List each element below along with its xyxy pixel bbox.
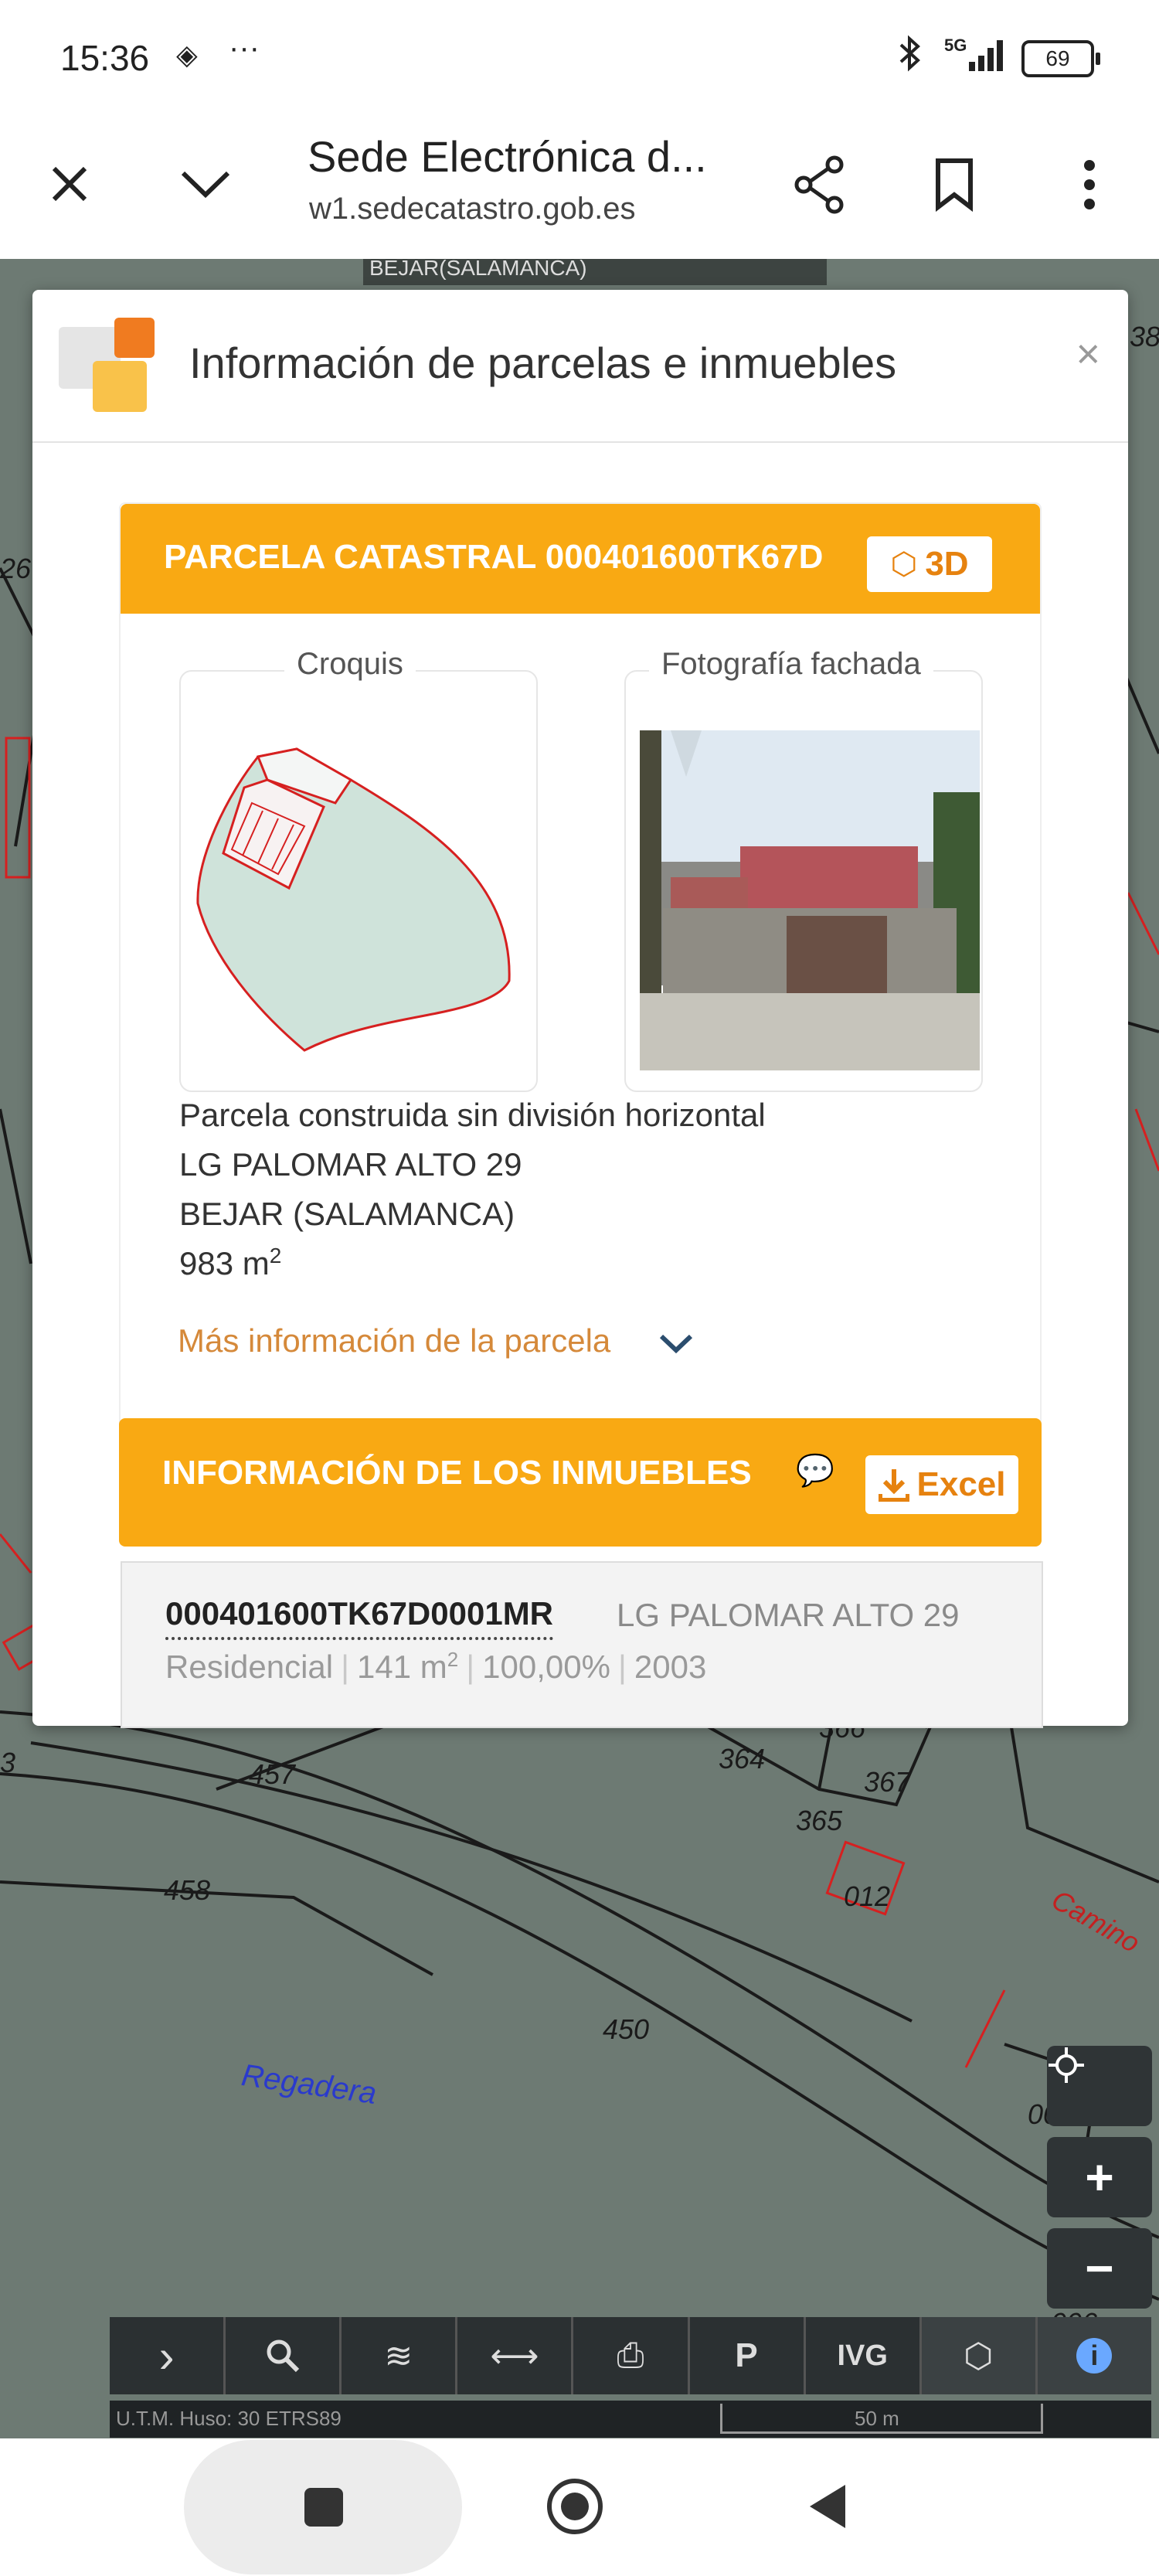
catastro-logo-icon bbox=[59, 318, 159, 418]
parcel-label: 012 bbox=[844, 1880, 891, 1912]
chevron-down-icon bbox=[659, 1334, 693, 1354]
close-icon[interactable] bbox=[39, 153, 100, 215]
cubes-icon: ⬡ bbox=[890, 547, 918, 581]
scale-label: 50 m bbox=[855, 2407, 899, 2430]
download-icon bbox=[878, 1469, 909, 1502]
bookmark-icon[interactable] bbox=[919, 150, 989, 219]
facade-photo-panel: Fotografía fachada bbox=[624, 647, 983, 1092]
parcel-label: 365 bbox=[796, 1805, 843, 1836]
property-meta: Residencial | 141 m2 | 100,00% | 2003 bbox=[165, 1648, 707, 1685]
projection-label: U.T.M. Huso: 30 ETRS89 bbox=[116, 2407, 342, 2430]
map-toolbar: › ≋ ⟷ ⎙ P IVG ⬡ i bbox=[110, 2317, 1151, 2394]
recents-button[interactable] bbox=[184, 2440, 462, 2574]
square-icon bbox=[304, 2488, 343, 2527]
dialog-title: Información de parcelas e inmuebles bbox=[189, 339, 897, 387]
properties-header: INFORMACIÓN DE LOS INMUEBLES 💬 Excel bbox=[119, 1418, 1042, 1547]
excel-export-button[interactable]: Excel bbox=[865, 1455, 1018, 1514]
close-icon[interactable]: × bbox=[1076, 330, 1100, 378]
status-bar: 15:36 ◈ ··· 5G 69 bbox=[0, 0, 1159, 116]
signal-icon bbox=[967, 37, 1009, 80]
circle-icon bbox=[561, 2493, 589, 2520]
chevron-right-icon[interactable]: › bbox=[110, 2317, 226, 2394]
property-address: LG PALOMAR ALTO 29 bbox=[617, 1597, 960, 1633]
chevron-down-icon[interactable] bbox=[175, 153, 236, 215]
view-3d-button[interactable]: ⬡ 3D bbox=[867, 536, 992, 592]
parcel-label: 26 bbox=[0, 553, 32, 584]
property-area: 141 m bbox=[357, 1649, 447, 1685]
map-top-label: BEJAR(SALAMANCA) bbox=[369, 259, 587, 280]
page-url[interactable]: w1.sedecatastro.gob.es bbox=[309, 192, 635, 226]
parcel-label: 458 bbox=[164, 1874, 211, 1906]
parcel-label: 367 bbox=[864, 1766, 911, 1798]
parcel-info-dialog: Información de parcelas e inmuebles × PA… bbox=[32, 290, 1128, 1728]
scale-bar: U.T.M. Huso: 30 ETRS89 50 m bbox=[110, 2401, 1151, 2438]
zoom-in-button[interactable]: + bbox=[1047, 2137, 1152, 2217]
dialog-header: Información de parcelas e inmuebles × bbox=[32, 290, 1128, 443]
back-triangle-icon bbox=[810, 2485, 845, 2528]
parcel-label: 38 bbox=[1130, 321, 1159, 352]
network-type: 5G bbox=[944, 36, 967, 55]
info-glyph: i bbox=[1076, 2338, 1113, 2374]
layers-icon[interactable]: ≋ bbox=[342, 2317, 458, 2394]
parcel-label: 450 bbox=[603, 2013, 650, 2045]
facade-photo-title: Fotografía fachada bbox=[649, 647, 933, 682]
property-year: 2003 bbox=[634, 1649, 707, 1685]
sketch-panel: Croquis bbox=[179, 647, 538, 1092]
property-use: Residencial bbox=[165, 1649, 334, 1685]
bluetooth-icon bbox=[896, 34, 924, 80]
page-title[interactable]: Sede Electrónica d... bbox=[308, 131, 707, 182]
view-3d-label: 3D bbox=[925, 545, 969, 583]
properties-section: INFORMACIÓN DE LOS INMUEBLES 💬 Excel bbox=[119, 1418, 1042, 1557]
browser-toolbar: Sede Electrónica d... w1.sedecatastro.go… bbox=[0, 116, 1159, 259]
excel-label: Excel bbox=[916, 1465, 1006, 1503]
parcel-sketch[interactable] bbox=[181, 672, 536, 1091]
print-icon[interactable]: ⎙ bbox=[573, 2317, 690, 2394]
sketch-title: Croquis bbox=[284, 647, 416, 682]
stack-icon: ◈ bbox=[176, 39, 198, 70]
zoom-out-button[interactable]: − bbox=[1047, 2228, 1152, 2309]
cubes-icon[interactable]: ⬡ bbox=[921, 2317, 1038, 2394]
coordinates-icon[interactable]: P bbox=[690, 2317, 806, 2394]
parcel-type: Parcela construida sin división horizont… bbox=[179, 1097, 766, 1133]
more-info-label: Más información de la parcela bbox=[178, 1322, 611, 1359]
facade-photo[interactable] bbox=[640, 730, 980, 1070]
property-list-item[interactable]: 000401600TK67D0001MR LG PALOMAR ALTO 29 … bbox=[121, 1561, 1043, 1728]
search-icon[interactable] bbox=[226, 2317, 342, 2394]
parcel-ref-title: PARCELA CATASTRAL 000401600TK67D bbox=[164, 538, 824, 576]
parcel-header: PARCELA CATASTRAL 000401600TK67D ⬡ 3D bbox=[121, 504, 1040, 614]
ivg-icon[interactable]: IVG bbox=[806, 2317, 922, 2394]
measure-icon[interactable]: ⟷ bbox=[457, 2317, 574, 2394]
parcel-label: 364 bbox=[719, 1743, 766, 1775]
parcel-label: 457 bbox=[249, 1758, 296, 1790]
more-vert-icon[interactable] bbox=[1059, 150, 1120, 219]
chat-bubble-icon[interactable]: 💬 bbox=[796, 1452, 834, 1489]
parcel-label: 3 bbox=[0, 1747, 16, 1778]
back-button[interactable] bbox=[808, 2483, 847, 2533]
parcel-address: LG PALOMAR ALTO 29 bbox=[179, 1146, 522, 1183]
system-nav-bar bbox=[0, 2438, 1159, 2576]
info-icon[interactable]: i bbox=[1037, 2317, 1151, 2394]
battery-indicator: 69 bbox=[1021, 40, 1100, 77]
home-button[interactable] bbox=[547, 2479, 603, 2534]
parcel-area-exponent: 2 bbox=[269, 1244, 282, 1268]
parcel-city: BEJAR (SALAMANCA) bbox=[179, 1196, 515, 1232]
property-share: 100,00% bbox=[482, 1649, 610, 1685]
property-area-exponent: 2 bbox=[447, 1648, 459, 1671]
properties-title: INFORMACIÓN DE LOS INMUEBLES bbox=[162, 1454, 752, 1492]
share-icon[interactable] bbox=[785, 150, 855, 219]
locate-button[interactable] bbox=[1047, 2046, 1152, 2126]
clock: 15:36 bbox=[60, 38, 150, 78]
parcel-area: 983 m2 bbox=[179, 1244, 281, 1282]
more-dots-icon: ··· bbox=[229, 31, 260, 65]
property-ref-link[interactable]: 000401600TK67D0001MR bbox=[165, 1595, 554, 1640]
crosshair-icon bbox=[1049, 2047, 1084, 2083]
more-info-link[interactable]: Más información de la parcela bbox=[178, 1322, 694, 1359]
parcel-area-value: 983 m bbox=[179, 1245, 270, 1281]
